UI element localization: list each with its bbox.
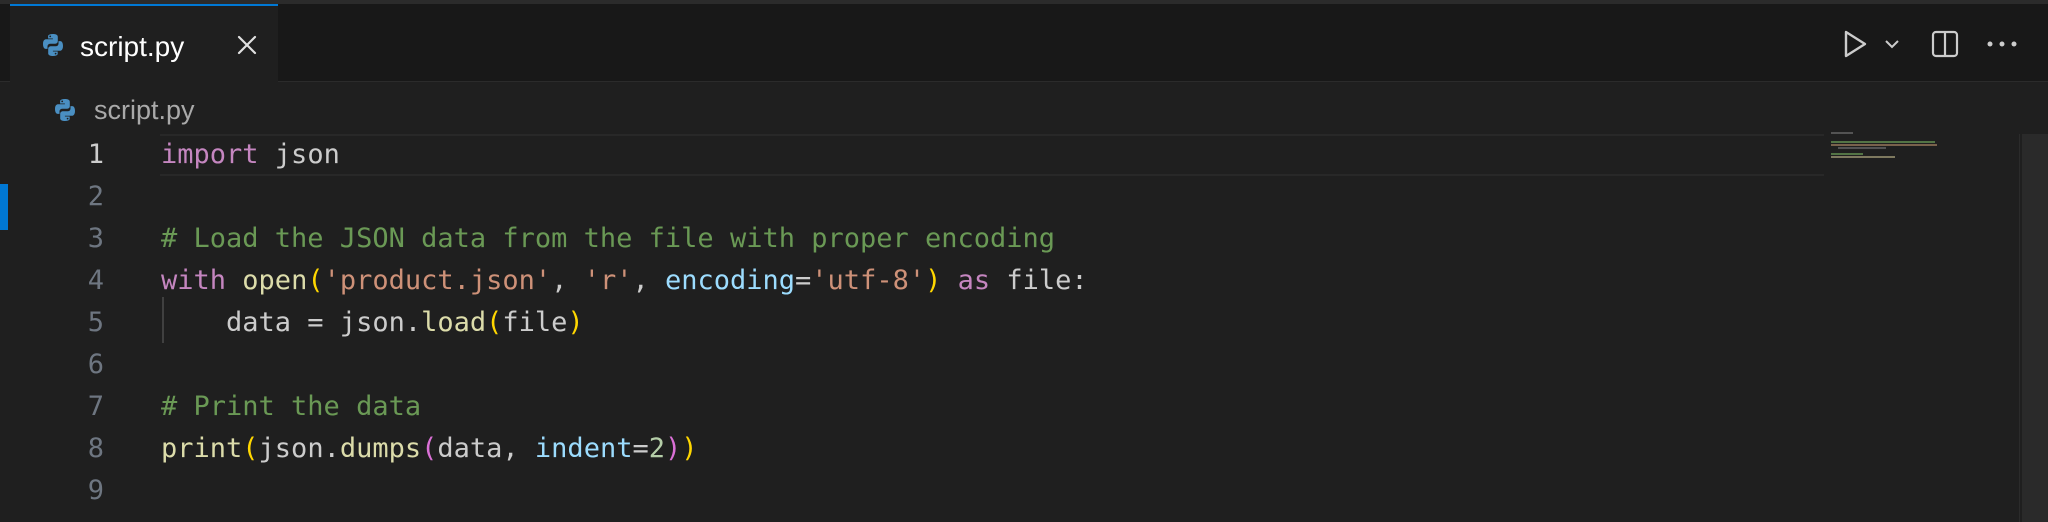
line-number: 1	[87, 139, 104, 170]
line-number: 6	[87, 349, 104, 380]
indent-guide	[162, 297, 164, 343]
play-icon	[1844, 30, 1867, 58]
code-line: 7 # Print the data	[0, 386, 1820, 428]
line-number: 5	[87, 307, 104, 338]
code-line: 1 import json	[0, 134, 1820, 176]
chevron-down-icon	[1885, 40, 1899, 49]
scrollbar-divider	[2019, 134, 2020, 522]
tab-bar: script.py	[0, 4, 2048, 82]
vertical-scrollbar[interactable]	[2022, 134, 2048, 522]
tab-script-py[interactable]: script.py	[10, 4, 278, 82]
tab-label: script.py	[80, 31, 185, 62]
code-text[interactable]: data = json.load(file)	[161, 302, 584, 344]
code-text[interactable]: print(json.dumps(data, indent=2))	[161, 428, 698, 470]
line-number: 7	[87, 391, 104, 422]
code-line: 3 # Load the JSON data from the file wit…	[0, 218, 1820, 260]
breadcrumb-file-label: script.py	[94, 94, 195, 125]
more-actions-button[interactable]	[1984, 24, 2020, 64]
line-number: 4	[87, 265, 104, 296]
close-icon[interactable]	[232, 30, 262, 60]
code-line: 4 with open('product.json', 'r', encodin…	[0, 260, 1820, 302]
run-button[interactable]	[1836, 24, 1872, 64]
more-actions-icon	[1987, 41, 2017, 47]
code-text[interactable]: import json	[161, 134, 340, 176]
editor-window: script.py script.py 1 import json 2 3 # …	[0, 0, 2048, 522]
line-number: 2	[87, 181, 104, 212]
line-number: 9	[87, 475, 104, 506]
code-comment[interactable]: # Print the data	[161, 386, 421, 428]
code-line: 6	[0, 344, 1820, 386]
code-line: 8 print(json.dumps(data, indent=2))	[0, 428, 1820, 470]
code-comment[interactable]: # Load the JSON data from the file with …	[161, 218, 1055, 260]
code-editor[interactable]: 1 import json 2 3 # Load the JSON data f…	[0, 134, 2048, 522]
split-editor-icon	[1931, 30, 1959, 58]
code-line: 5 data = json.load(file)	[0, 302, 1820, 344]
code-line: 2	[0, 176, 1820, 218]
code-line: 9	[0, 470, 1820, 512]
python-file-icon	[55, 99, 75, 121]
python-file-icon	[43, 34, 63, 56]
split-editor-button[interactable]	[1928, 24, 1962, 64]
minimap[interactable]	[1830, 130, 1940, 170]
line-number: 3	[87, 223, 104, 254]
run-menu-button[interactable]	[1880, 24, 1904, 64]
breadcrumb[interactable]: script.py	[52, 90, 195, 130]
line-number: 8	[87, 433, 104, 464]
code-text[interactable]: with open('product.json', 'r', encoding=…	[161, 260, 1088, 302]
